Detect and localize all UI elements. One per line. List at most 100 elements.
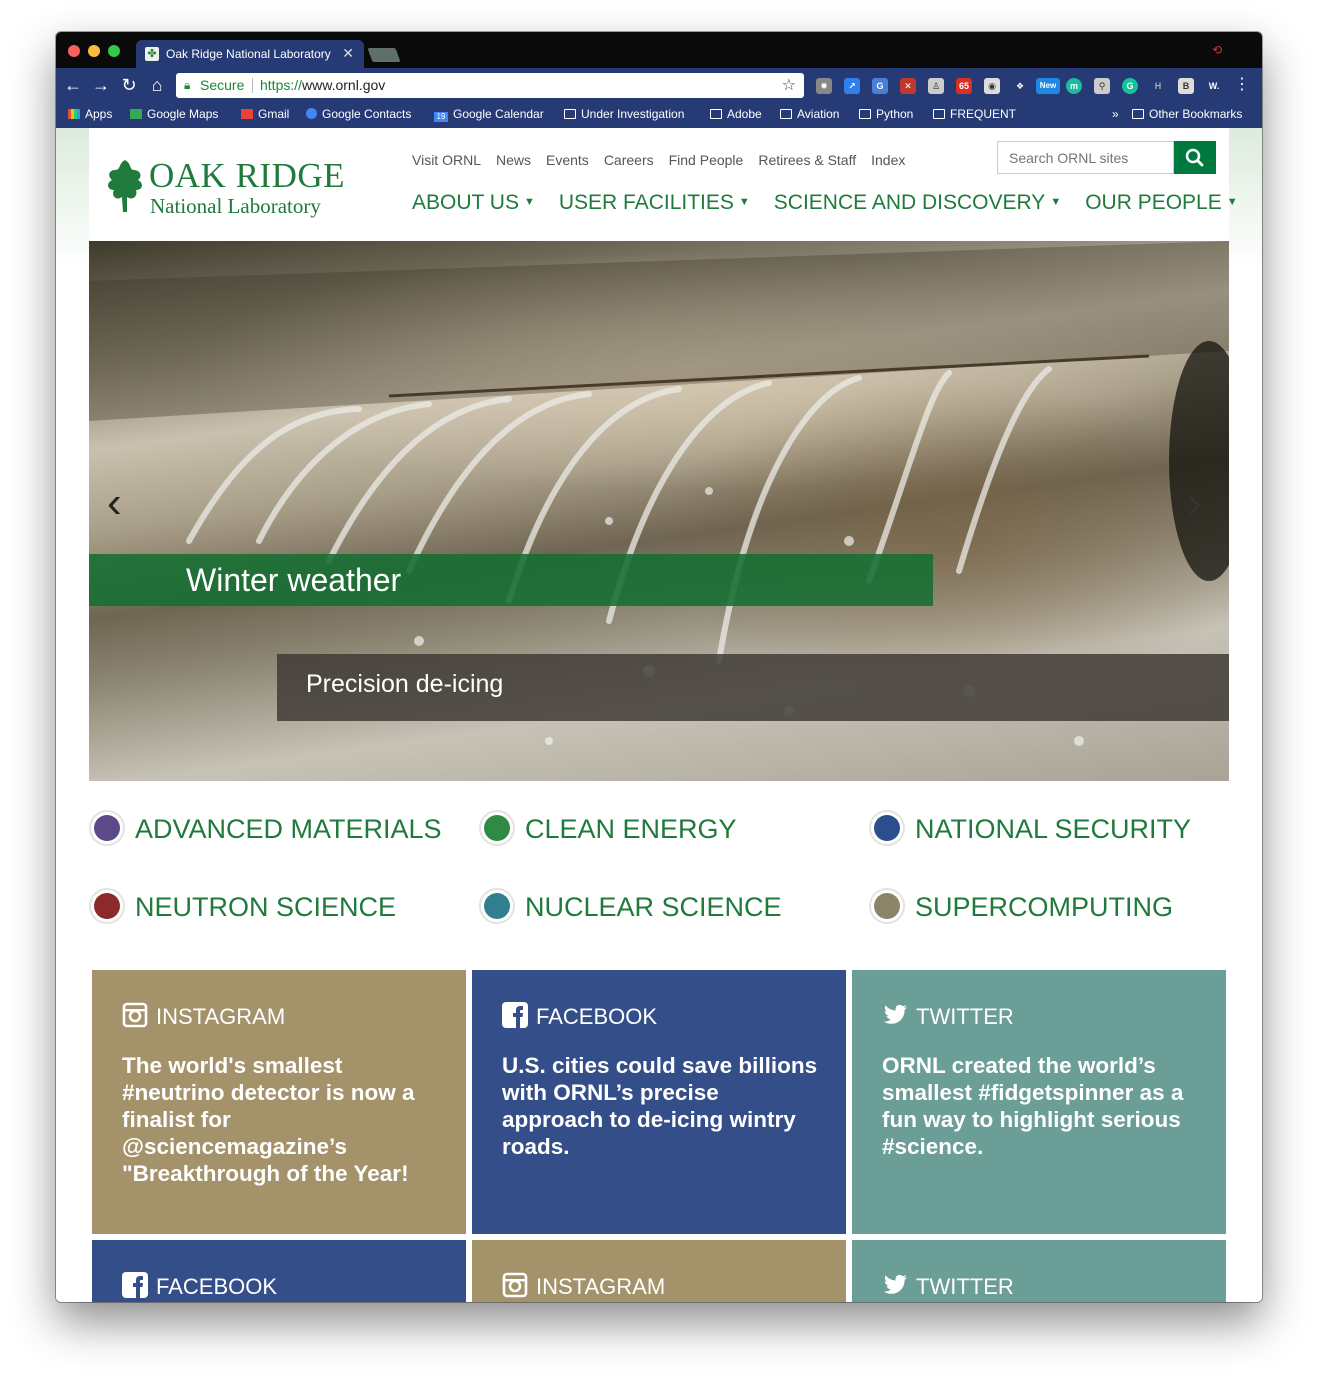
extension-icon[interactable]: B [1178, 78, 1194, 94]
bookmark-folder[interactable]: Python [859, 107, 913, 121]
caret-down-icon: ▼ [523, 196, 535, 208]
oak-leaf-icon [108, 160, 142, 212]
minimize-window-button[interactable] [88, 45, 100, 57]
nav-user-facilities[interactable]: USER FACILITIES ▼ [559, 191, 750, 214]
nav-link-index[interactable]: Index [871, 152, 905, 168]
nav-link-events[interactable]: Events [546, 152, 589, 168]
reload-icon[interactable]: ↻ [118, 74, 140, 96]
more-menu-icon[interactable]: ⋮ [1234, 74, 1250, 94]
social-network-label: INSTAGRAM [122, 1002, 285, 1030]
folder-icon [859, 109, 871, 119]
gmail-icon [241, 109, 253, 119]
atom-icon [479, 888, 515, 924]
web-page: OAK RIDGE National Laboratory Visit ORNL… [56, 128, 1262, 1302]
bookmark-gmail[interactable]: Gmail [241, 107, 289, 121]
extension-icon[interactable]: ⚲ [1094, 78, 1110, 94]
block-icon[interactable]: ✕ [900, 78, 916, 94]
bookmark-google-maps[interactable]: Google Maps [130, 107, 218, 121]
utility-nav: Visit ORNL News Events Careers Find People Re… [412, 152, 920, 168]
social-tile-twitter[interactable]: TWITTER [852, 1240, 1226, 1302]
bookmark-folder[interactable]: Adobe [710, 107, 762, 121]
logo-name: OAK RIDGE [149, 156, 346, 195]
nav-science-and-discovery[interactable]: SCIENCE AND DISCOVERY ▼ [774, 191, 1061, 214]
tab-active[interactable]: ✤ Oak Ridge National Laboratory ✕ [136, 40, 364, 68]
extension-icon[interactable]: W. [1206, 78, 1222, 94]
nav-link-retirees-staff[interactable]: Retirees & Staff [758, 152, 856, 168]
home-icon[interactable]: ⌂ [146, 74, 168, 96]
new-badge-icon[interactable]: New [1036, 78, 1060, 94]
nav-our-people[interactable]: OUR PEOPLE ▼ [1085, 191, 1237, 214]
contacts-icon [306, 108, 317, 119]
site-header: OAK RIDGE National Laboratory Visit ORNL… [89, 128, 1238, 241]
other-bookmarks[interactable]: Other Bookmarks [1132, 107, 1242, 121]
bookmarks-overflow-button[interactable]: » [1112, 107, 1119, 121]
close-icon[interactable]: ✕ [342, 45, 354, 62]
social-tile-twitter[interactable]: TWITTER ORNL created the world’s smalles… [852, 970, 1226, 1234]
translate-icon[interactable]: G [872, 78, 888, 94]
folder-icon [933, 109, 945, 119]
bookmark-folder[interactable]: Under Investigation [564, 107, 684, 121]
dropbox-icon[interactable]: ❖ [1012, 78, 1028, 94]
social-network-label: TWITTER [882, 1002, 1014, 1030]
bookmark-star-icon[interactable]: ☆ [782, 73, 796, 98]
divider [252, 78, 253, 93]
maps-icon [130, 109, 142, 119]
apps-grid-icon [68, 109, 80, 119]
calendar-icon: 19 [434, 112, 448, 122]
social-tile-facebook[interactable]: FACEBOOK [92, 1240, 466, 1302]
nav-link-find-people[interactable]: Find People [669, 152, 744, 168]
back-arrow-icon[interactable]: ← [62, 74, 84, 96]
social-post-text: The world's smallest #neutrino detector … [122, 1053, 415, 1186]
close-window-button[interactable] [68, 45, 80, 57]
social-network-label: TWITTER [882, 1272, 1014, 1300]
grammarly-icon[interactable]: G [1122, 78, 1138, 94]
extension-icon[interactable]: ↗ [844, 78, 860, 94]
social-post-text: ORNL created the world’s smallest #fidge… [882, 1053, 1184, 1159]
sync-icon[interactable]: ⟲ [1212, 43, 1222, 57]
bookmark-folder[interactable]: Aviation [780, 107, 839, 121]
slide-caption[interactable]: Precision de-icing [277, 654, 1229, 721]
bookmark-apps[interactable]: Apps [68, 107, 112, 121]
social-tile-instagram[interactable]: INSTAGRAM [472, 1240, 846, 1302]
maximize-window-button[interactable] [108, 45, 120, 57]
search-button[interactable] [1174, 141, 1216, 174]
chevron-right-icon[interactable]: › [1187, 481, 1202, 525]
facebook-icon [502, 1002, 528, 1028]
main-nav: ABOUT US ▼ USER FACILITIES ▼ SCIENCE AND DIS… [412, 191, 1262, 215]
extension-icon[interactable]: ♙ [928, 78, 944, 94]
new-tab-button[interactable] [367, 48, 401, 62]
neutron-icon [89, 888, 125, 924]
bookmark-folder[interactable]: FREQUENT [933, 107, 1016, 121]
slide-title[interactable]: Winter weather [89, 554, 933, 606]
social-tile-facebook[interactable]: FACEBOOK U.S. cities could save billions… [472, 970, 846, 1234]
extension-icon[interactable]: m [1066, 78, 1082, 94]
nav-link-visit-ornl[interactable]: Visit ORNL [412, 152, 481, 168]
nav-link-careers[interactable]: Careers [604, 152, 654, 168]
computer-icon [869, 888, 905, 924]
chevron-left-icon[interactable]: ‹ [107, 481, 122, 525]
caret-down-icon: ▼ [1226, 196, 1238, 208]
social-tile-instagram[interactable]: INSTAGRAM The world's smallest #neutrino… [92, 970, 466, 1234]
social-network-label: INSTAGRAM [502, 1272, 665, 1300]
bookmark-google-contacts[interactable]: Google Contacts [306, 107, 411, 121]
caret-down-icon: ▼ [738, 196, 750, 208]
tab-title: Oak Ridge National Laboratory [166, 47, 331, 61]
site-logo[interactable]: OAK RIDGE National Laboratory [103, 156, 363, 226]
twitter-bird-icon [883, 1274, 907, 1294]
nav-link-news[interactable]: News [496, 152, 531, 168]
bookmarks-bar: Apps Google Maps Gmail Google Contacts 1… [56, 102, 1262, 128]
url-text: https://www.ornl.gov [260, 77, 386, 93]
extension-icon[interactable]: ◉ [984, 78, 1000, 94]
gmail-icon[interactable]: 65 [956, 78, 972, 94]
address-bar[interactable]: 🔒︎ Secure https://www.ornl.gov ☆ [176, 73, 804, 98]
forward-arrow-icon[interactable]: → [90, 74, 112, 96]
instagram-icon [122, 1002, 148, 1028]
search-input[interactable] [997, 141, 1174, 174]
bookmark-google-calendar[interactable]: 19 Google Calendar [434, 107, 544, 122]
leaf-icon: ✤ [145, 47, 159, 61]
flag-icon [869, 810, 905, 846]
nav-about-us[interactable]: ABOUT US ▼ [412, 191, 535, 214]
extension-icon[interactable]: H [1150, 78, 1166, 94]
hero-carousel[interactable]: ‹ › Winter weather Precision de-icing [89, 241, 1229, 781]
gear-icon[interactable]: ✹ [816, 78, 832, 94]
